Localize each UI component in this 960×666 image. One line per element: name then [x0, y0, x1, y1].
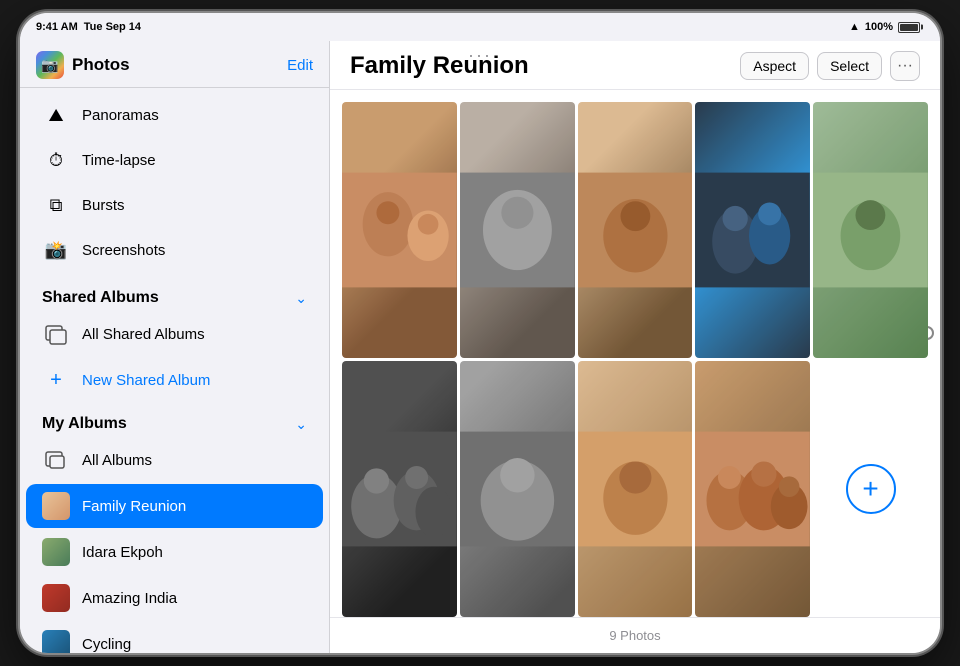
new-shared-album-label: New Shared Album	[82, 372, 210, 389]
sidebar-item-timelapse-label: Time-lapse	[82, 152, 156, 169]
my-albums-chevron[interactable]: ⌄	[295, 416, 307, 433]
panoramas-icon: ⛰	[42, 101, 70, 129]
all-albums-label: All Albums	[82, 452, 152, 469]
sidebar-item-screenshots-label: Screenshots	[82, 242, 165, 259]
photo-grid: +	[330, 90, 940, 617]
amazing-india-thumb	[42, 584, 70, 612]
sidebar-item-amazing-india[interactable]: Amazing India	[26, 576, 323, 620]
content-title: Family Reunion	[350, 52, 529, 80]
photo-4[interactable]	[695, 102, 810, 358]
cycling-thumb	[42, 630, 70, 653]
shared-albums-chevron[interactable]: ⌄	[295, 290, 307, 307]
timelapse-icon: ⏱	[42, 146, 70, 174]
photo-7[interactable]	[460, 361, 575, 617]
sidebar-item-bursts[interactable]: ⧉ Bursts	[26, 183, 323, 227]
photos-app-icon: 📷	[36, 51, 64, 79]
new-shared-plus-icon: +	[42, 366, 70, 394]
cycling-label: Cycling	[82, 636, 131, 653]
idara-ekpoh-label: Idara Ekpoh	[82, 544, 163, 561]
sidebar-title: Photos	[72, 55, 130, 75]
amazing-india-label: Amazing India	[82, 590, 177, 607]
sidebar-item-new-shared[interactable]: + New Shared Album	[26, 358, 323, 402]
add-photos-cell[interactable]: +	[813, 361, 928, 617]
my-albums-section-header: My Albums ⌄	[20, 403, 329, 437]
sidebar-header: 📷 Photos Edit	[20, 41, 329, 88]
content-header: Family Reunion Aspect Select ···	[330, 41, 940, 90]
all-shared-albums-label: All Shared Albums	[82, 326, 205, 343]
sidebar-item-all-shared[interactable]: All Shared Albums	[26, 312, 323, 356]
shared-albums-title: Shared Albums	[42, 289, 159, 307]
photo-3[interactable]	[578, 102, 693, 358]
sidebar: 📷 Photos Edit ⛰ Panoramas ⏱ Time-lapse ⧉…	[20, 41, 330, 653]
aspect-button[interactable]: Aspect	[740, 52, 809, 80]
more-dots-icon: ···	[897, 57, 913, 75]
bursts-icon: ⧉	[42, 191, 70, 219]
add-photos-button[interactable]: +	[846, 464, 896, 514]
edit-button[interactable]: Edit	[287, 57, 313, 74]
sidebar-item-screenshots[interactable]: 📸 Screenshots	[26, 228, 323, 272]
family-reunion-label: Family Reunion	[82, 498, 186, 515]
sidebar-item-family-reunion[interactable]: Family Reunion	[26, 484, 323, 528]
shared-albums-section-header: Shared Albums ⌄	[20, 277, 329, 311]
screenshots-icon: 📸	[42, 236, 70, 264]
my-albums-title: My Albums	[42, 415, 127, 433]
main-area: 📷 Photos Edit ⛰ Panoramas ⏱ Time-lapse ⧉…	[20, 41, 940, 653]
photo-9[interactable]	[695, 361, 810, 617]
battery-icon	[898, 22, 920, 33]
photo-8[interactable]	[578, 361, 693, 617]
sidebar-item-bursts-label: Bursts	[82, 197, 125, 214]
all-albums-icon	[42, 446, 70, 474]
photo-6[interactable]	[342, 361, 457, 617]
sidebar-item-idara-ekpoh[interactable]: Idara Ekpoh	[26, 530, 323, 574]
content-area: Family Reunion Aspect Select ···	[330, 41, 940, 653]
top-center-dots: ···	[468, 45, 492, 66]
sidebar-item-panoramas-label: Panoramas	[82, 107, 159, 124]
status-time: 9:41 AM	[36, 21, 78, 33]
idara-ekpoh-thumb	[42, 538, 70, 566]
status-bar: 9:41 AM Tue Sep 14 ▲ 100%	[20, 13, 940, 41]
family-reunion-thumb	[42, 492, 70, 520]
photo-1[interactable]	[342, 102, 457, 358]
more-options-button[interactable]: ···	[890, 51, 920, 81]
content-footer: 9 Photos	[330, 617, 940, 653]
header-actions: Aspect Select ···	[740, 51, 920, 81]
sidebar-item-cycling[interactable]: Cycling	[26, 622, 323, 653]
shared-albums-icon	[42, 320, 70, 348]
sidebar-item-panoramas[interactable]: ⛰ Panoramas	[26, 93, 323, 137]
photo-count: 9 Photos	[609, 628, 660, 643]
battery-label: 100%	[865, 21, 893, 33]
photo-5[interactable]	[813, 102, 928, 358]
photo-2[interactable]	[460, 102, 575, 358]
status-date: Tue Sep 14	[84, 21, 141, 33]
wifi-icon: ▲	[849, 21, 860, 33]
sidebar-item-all-albums[interactable]: All Albums	[26, 438, 323, 482]
sidebar-item-timelapse[interactable]: ⏱ Time-lapse	[26, 138, 323, 182]
select-button[interactable]: Select	[817, 52, 882, 80]
